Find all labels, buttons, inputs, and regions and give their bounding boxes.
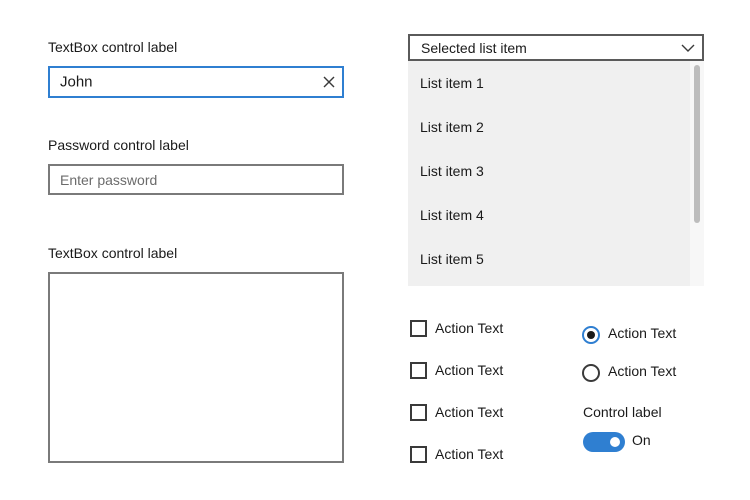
radio-dot bbox=[587, 331, 595, 339]
multiline-label: TextBox control label bbox=[48, 245, 178, 261]
multiline-textbox[interactable] bbox=[48, 272, 344, 463]
password-label: Password control label bbox=[48, 137, 189, 153]
checkbox-box[interactable] bbox=[410, 404, 427, 421]
list-item[interactable]: List item 1 bbox=[420, 75, 484, 91]
textbox-value: John bbox=[60, 73, 93, 91]
toggle-label: Control label bbox=[583, 404, 662, 420]
radio-label: Action Text bbox=[608, 363, 677, 379]
toggle-state-text: On bbox=[632, 432, 651, 448]
checkbox-box[interactable] bbox=[410, 320, 427, 337]
dropdown-list: List item 1 List item 2 List item 3 List… bbox=[408, 61, 704, 286]
checkbox-box[interactable] bbox=[410, 446, 427, 463]
password-placeholder: Enter password bbox=[60, 171, 158, 188]
radio-button-checked[interactable] bbox=[582, 326, 600, 344]
checkbox-box[interactable] bbox=[410, 362, 427, 379]
radio-label: Action Text bbox=[608, 325, 677, 341]
list-item[interactable]: List item 2 bbox=[420, 119, 484, 135]
password-field[interactable]: Enter password bbox=[48, 164, 344, 195]
toggle-switch[interactable] bbox=[583, 432, 625, 452]
toggle-knob bbox=[610, 437, 620, 447]
textbox-label: TextBox control label bbox=[48, 39, 178, 55]
radio-button[interactable] bbox=[582, 364, 600, 382]
combo-selected-value: Selected list item bbox=[421, 39, 527, 56]
name-textbox[interactable]: John bbox=[48, 66, 344, 98]
list-item[interactable]: List item 3 bbox=[420, 163, 484, 179]
scrollbar-thumb[interactable] bbox=[694, 65, 700, 223]
checkbox-label: Action Text bbox=[435, 320, 504, 336]
chevron-down-icon bbox=[681, 41, 695, 53]
clear-x-icon[interactable] bbox=[322, 75, 336, 89]
scrollbar-track[interactable] bbox=[690, 61, 704, 286]
list-item[interactable]: List item 4 bbox=[420, 207, 484, 223]
checkbox-label: Action Text bbox=[435, 446, 504, 462]
combo-box[interactable]: Selected list item bbox=[408, 34, 704, 61]
list-item[interactable]: List item 5 bbox=[420, 251, 484, 267]
checkbox-label: Action Text bbox=[435, 362, 504, 378]
checkbox-label: Action Text bbox=[435, 404, 504, 420]
